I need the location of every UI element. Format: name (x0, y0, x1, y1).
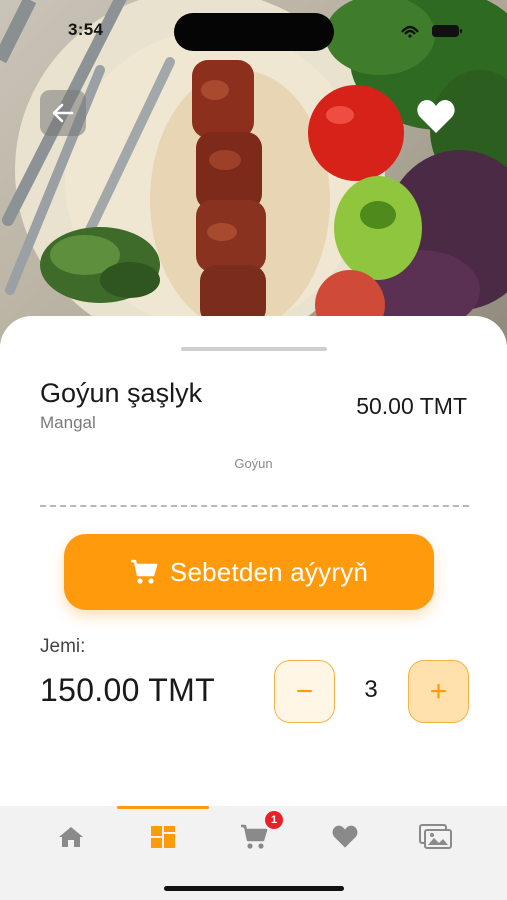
product-title: Goýun şaşlyk (40, 378, 203, 408)
arrow-left-icon (52, 103, 74, 123)
nav-gallery[interactable] (406, 820, 466, 854)
hero-image: 3:54 (0, 0, 507, 345)
heart-icon (417, 100, 455, 133)
remove-from-cart-label: Sebetden aýyryň (169, 556, 369, 587)
increase-quantity-button[interactable]: + (408, 660, 469, 723)
gallery-icon (419, 824, 452, 849)
heart-icon (332, 825, 358, 848)
back-button[interactable] (40, 90, 86, 136)
grid-icon (151, 826, 175, 848)
sheet-grabber[interactable] (181, 347, 327, 351)
product-sheet: Goýun şaşlyk Mangal 50.00 TMT Goýun Sebe… (0, 316, 507, 806)
cart-icon (130, 559, 158, 584)
product-category: Mangal (40, 413, 96, 432)
total-value: 150.00 TMT (40, 672, 215, 708)
cart-badge: 1 (265, 811, 283, 829)
remove-from-cart-button[interactable]: Sebetden aýyryň (64, 534, 434, 610)
nav-home[interactable] (41, 820, 101, 854)
status-time: 3:54 (68, 20, 104, 39)
status-icons (401, 25, 462, 38)
product-ingredient: Goýun (234, 456, 273, 471)
nav-categories[interactable] (133, 820, 193, 854)
cart-icon (241, 824, 268, 849)
quantity-value: 3 (364, 676, 378, 703)
decrease-quantity-button[interactable]: − (274, 660, 335, 723)
kebab-photo (0, 0, 507, 345)
dynamic-island (174, 13, 334, 51)
divider (40, 505, 469, 507)
nav-favorites[interactable] (315, 820, 375, 854)
total-label: Jemi: (40, 636, 86, 657)
product-price: 50.00 TMT (356, 393, 467, 419)
home-icon (59, 827, 83, 847)
home-indicator (164, 886, 344, 891)
active-tab-indicator (117, 806, 209, 809)
favorite-button[interactable] (412, 96, 460, 138)
